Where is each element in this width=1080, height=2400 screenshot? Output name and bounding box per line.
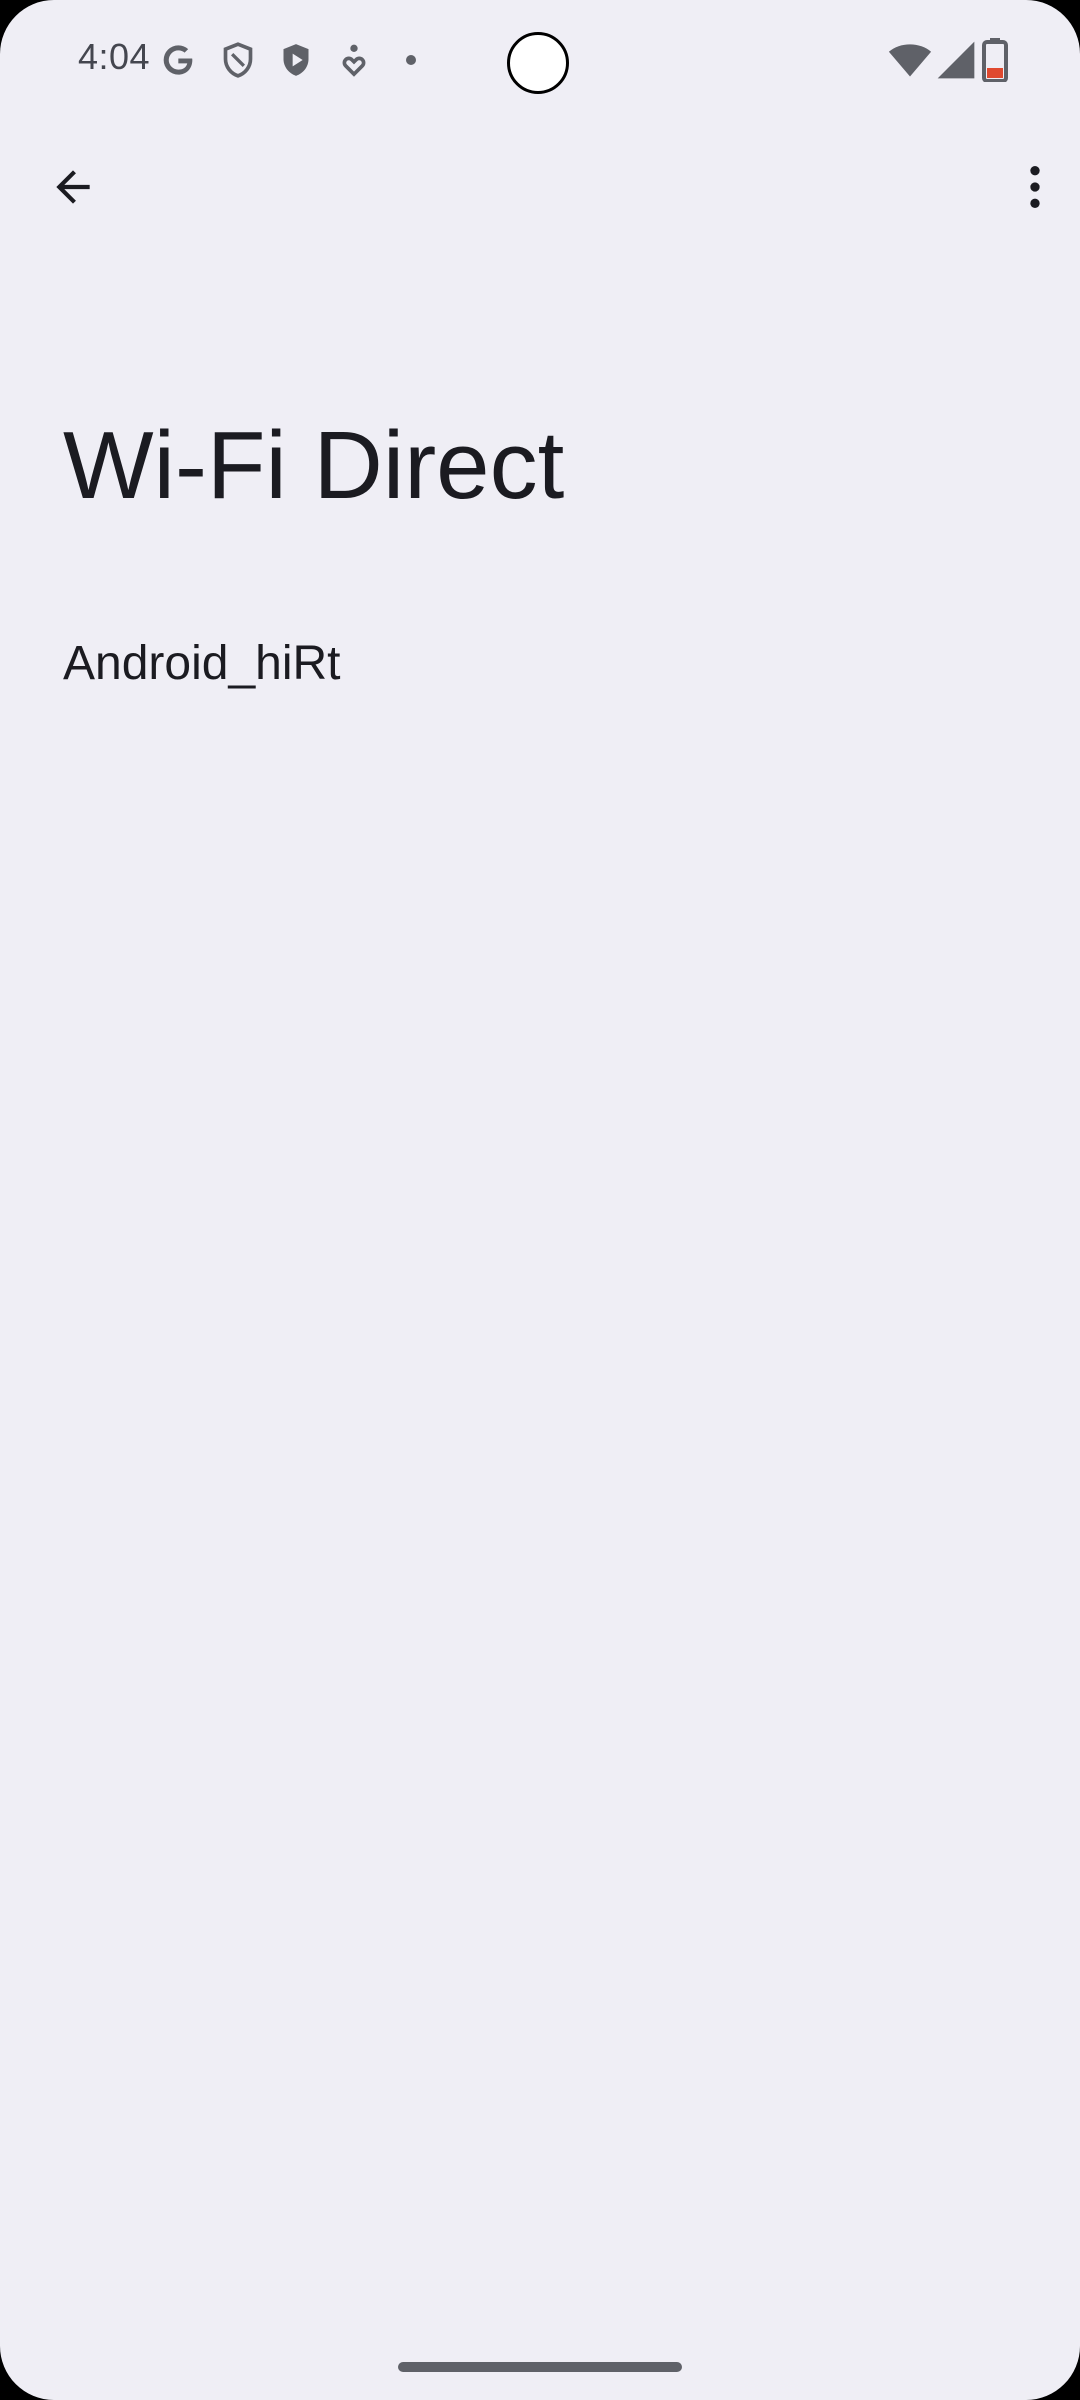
status-bar: 4:04 xyxy=(0,0,1080,120)
notification-dot-icon xyxy=(406,55,416,65)
app-bar xyxy=(0,140,1080,240)
shield-play-icon xyxy=(276,40,316,80)
arrow-left-icon xyxy=(56,170,90,204)
cell-signal-icon xyxy=(934,38,978,82)
battery-icon xyxy=(982,38,1008,82)
gesture-nav-handle[interactable] xyxy=(398,2362,682,2372)
page-title: Wi-Fi Direct xyxy=(63,412,565,519)
camera-cutout xyxy=(507,32,569,94)
back-button[interactable] xyxy=(28,142,118,232)
screen: 4:04 Wi-Fi Direct Android_hiRt xyxy=(0,0,1080,2400)
status-time: 4:04 xyxy=(78,36,151,77)
accessibility-heart-icon xyxy=(334,40,374,80)
wifi-icon xyxy=(888,38,932,82)
google-g-icon xyxy=(158,40,198,80)
more-options-button[interactable] xyxy=(990,142,1080,232)
more-vertical-icon xyxy=(1030,166,1040,208)
device-name-item[interactable]: Android_hiRt xyxy=(63,640,341,688)
shield-outline-icon xyxy=(218,40,258,80)
